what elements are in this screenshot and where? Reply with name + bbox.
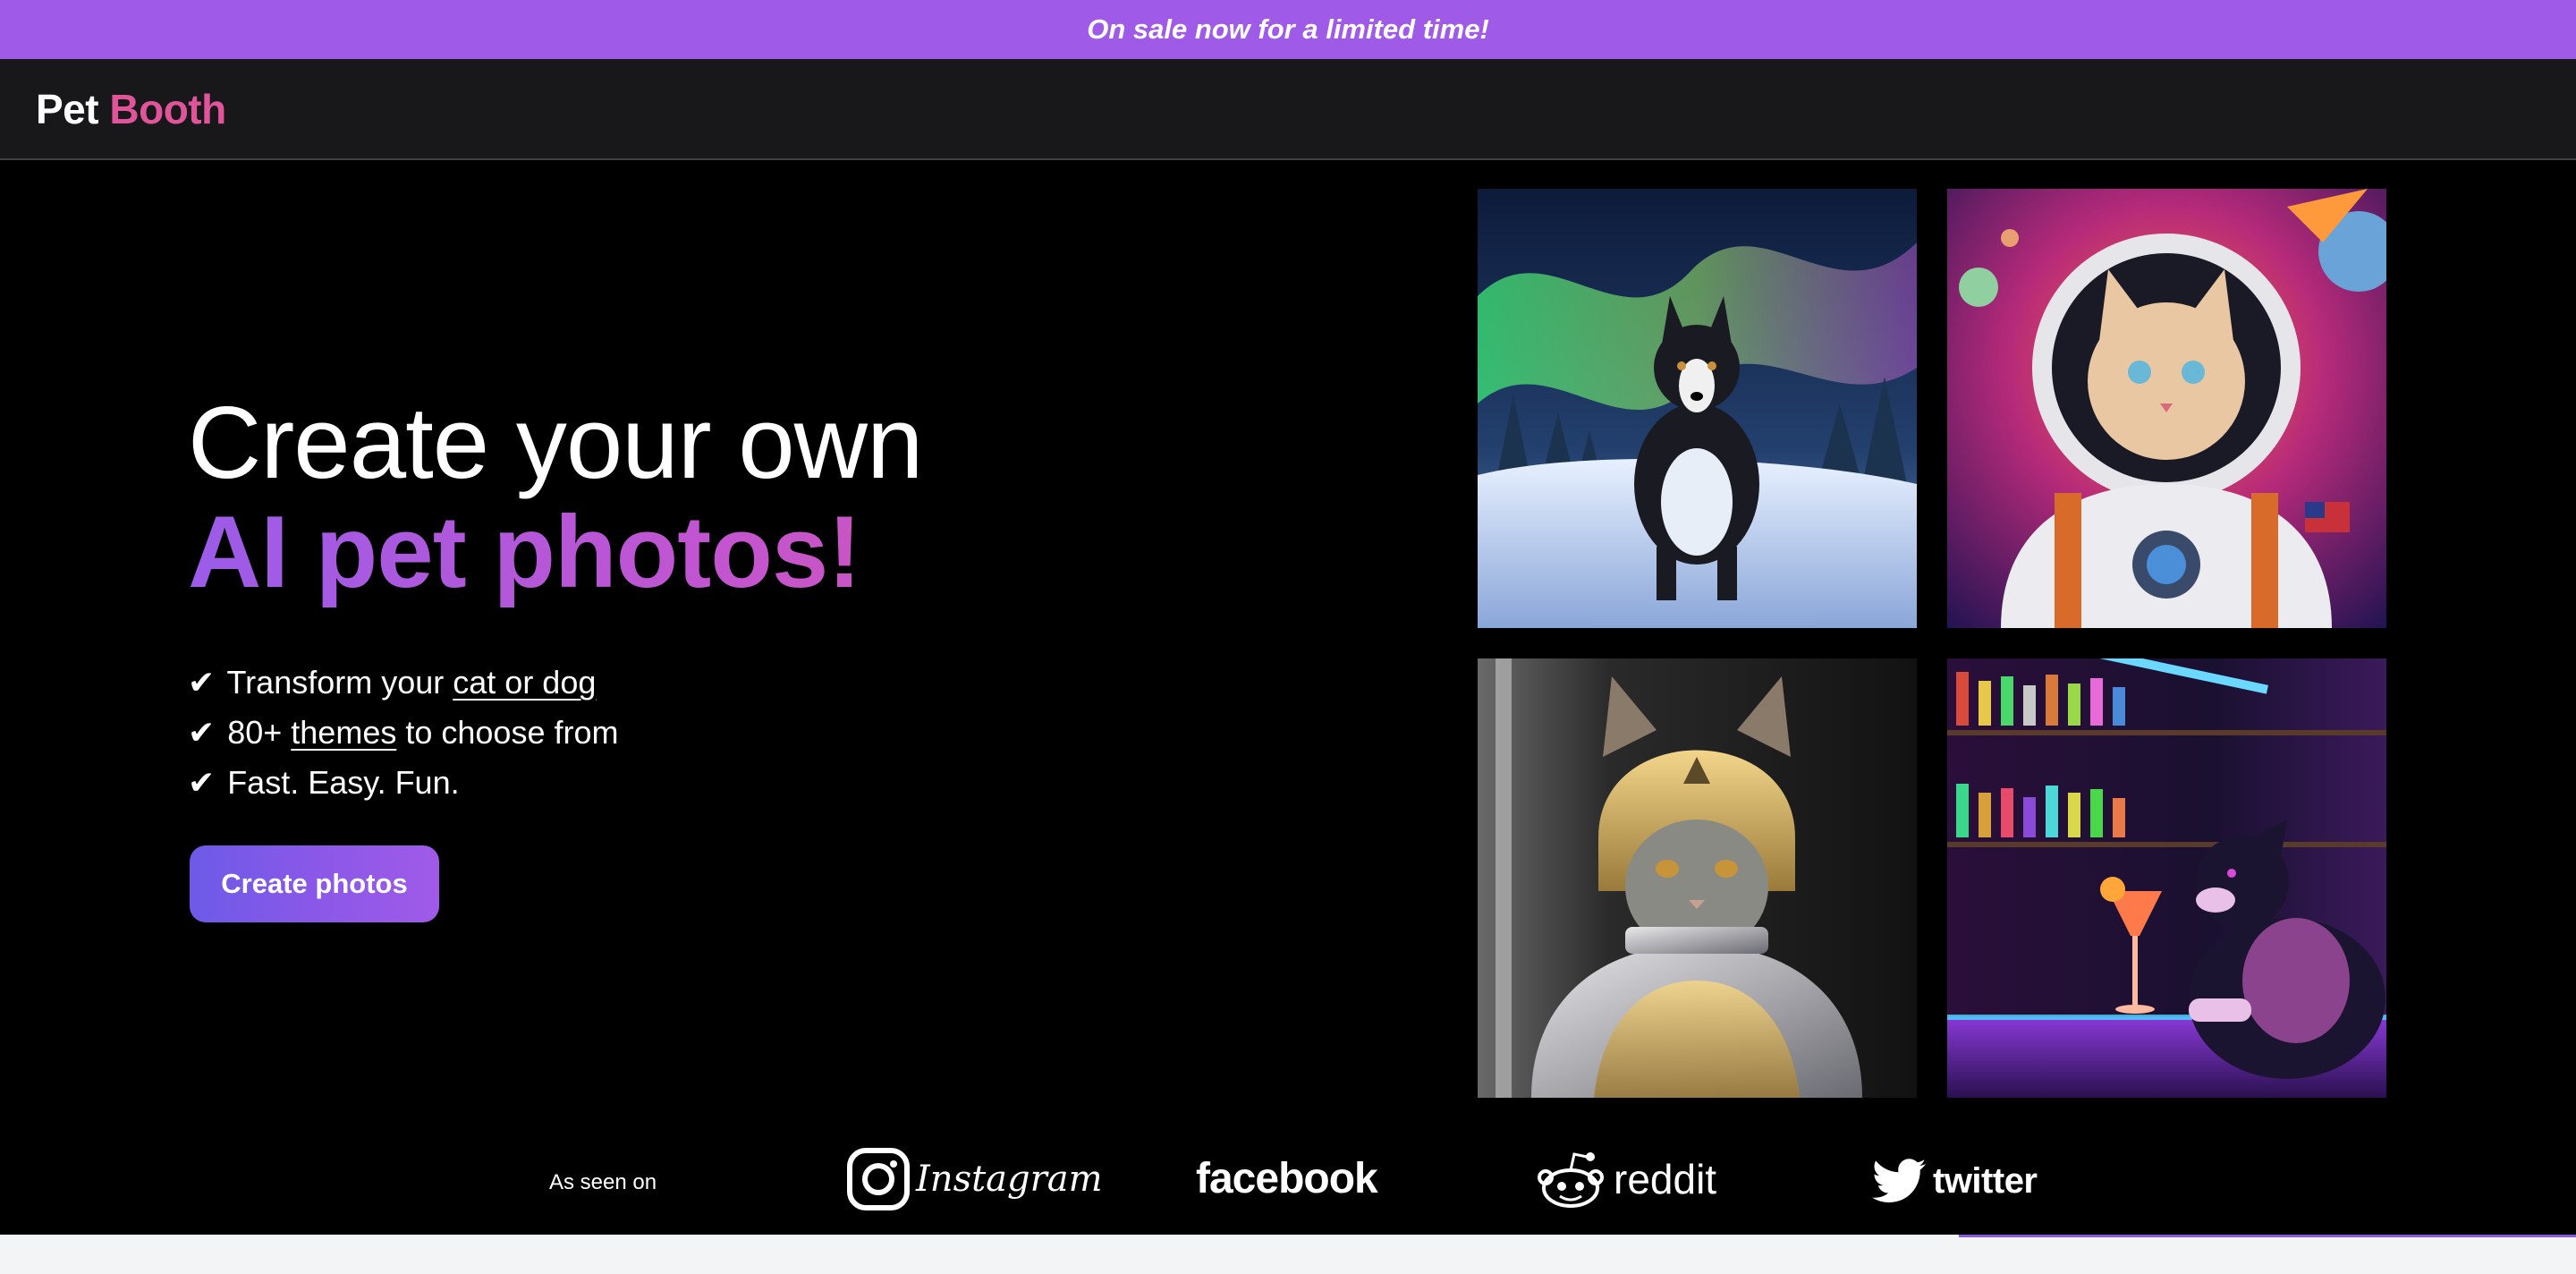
logo-text-booth: Booth — [109, 85, 226, 132]
feature-list: ✔ Transform your cat or dog ✔ 80+ themes… — [188, 658, 618, 808]
aurora-dog-image — [1478, 189, 1917, 628]
instagram-wordmark: Instagram — [916, 1159, 1103, 1200]
feature-text: 80+ — [227, 714, 283, 751]
feature-item: ✔ Fast. Easy. Fun. — [188, 758, 618, 808]
reddit-wordmark: reddit — [1614, 1156, 1717, 1202]
footer-accent-line — [1959, 1235, 2576, 1237]
headline-line-2: AI pet photos! — [188, 498, 1351, 607]
feature-text: Fast. Easy. Fun. — [227, 764, 460, 801]
next-section-edge — [0, 1235, 2576, 1274]
bar-dog-image — [1947, 658, 2386, 1098]
promo-banner: On sale now for a limited time! — [0, 0, 2576, 59]
check-icon: ✔ — [188, 714, 216, 751]
themes-link[interactable]: themes — [291, 714, 396, 751]
as-seen-on-label: As seen on — [549, 1170, 657, 1194]
cat-or-dog-link[interactable]: cat or dog — [453, 664, 596, 701]
feature-item: ✔ 80+ themes to choose from — [188, 708, 618, 758]
logo-text-pet: Pet — [36, 85, 99, 132]
feature-text: to choose from — [405, 714, 619, 751]
reddit-brand: reddit — [1535, 1147, 1716, 1211]
knight-cat-image — [1478, 658, 1917, 1098]
feature-item: ✔ Transform your cat or dog — [188, 658, 618, 708]
reddit-alien-icon — [1538, 1152, 1604, 1208]
site-logo[interactable]: Pet Booth — [36, 85, 226, 133]
astronaut-cat-image — [1947, 189, 2386, 628]
feature-text: Transform your — [226, 664, 445, 701]
gallery-image-astronaut-cat — [1947, 189, 2386, 628]
navbar: Pet Booth — [0, 59, 2576, 160]
facebook-wordmark: facebook — [1196, 1155, 1378, 1202]
instagram-brand: Instagram — [846, 1147, 1103, 1211]
gallery-image-aurora-dog — [1478, 189, 1917, 628]
check-icon: ✔ — [188, 764, 216, 801]
instagram-icon — [847, 1148, 910, 1210]
facebook-brand: facebook — [1196, 1154, 1378, 1203]
headline-line-1: Create your own — [188, 386, 923, 500]
create-photos-button[interactable]: Create photos — [190, 845, 439, 922]
twitter-brand: twitter — [1872, 1159, 2038, 1203]
hero-section: Create your own AI pet photos! ✔ Transfo… — [0, 161, 2576, 1235]
twitter-wordmark: twitter — [1933, 1160, 2038, 1201]
gallery-image-knight-cat — [1478, 658, 1917, 1098]
promo-text: On sale now for a limited time! — [1087, 13, 1489, 45]
pet-photo-gallery — [1478, 189, 2386, 1098]
hero-headline: Create your own AI pet photos! — [188, 389, 1351, 607]
gallery-image-bar-dog — [1947, 658, 2386, 1098]
check-icon: ✔ — [188, 664, 216, 701]
twitter-bird-icon — [1872, 1159, 1926, 1202]
